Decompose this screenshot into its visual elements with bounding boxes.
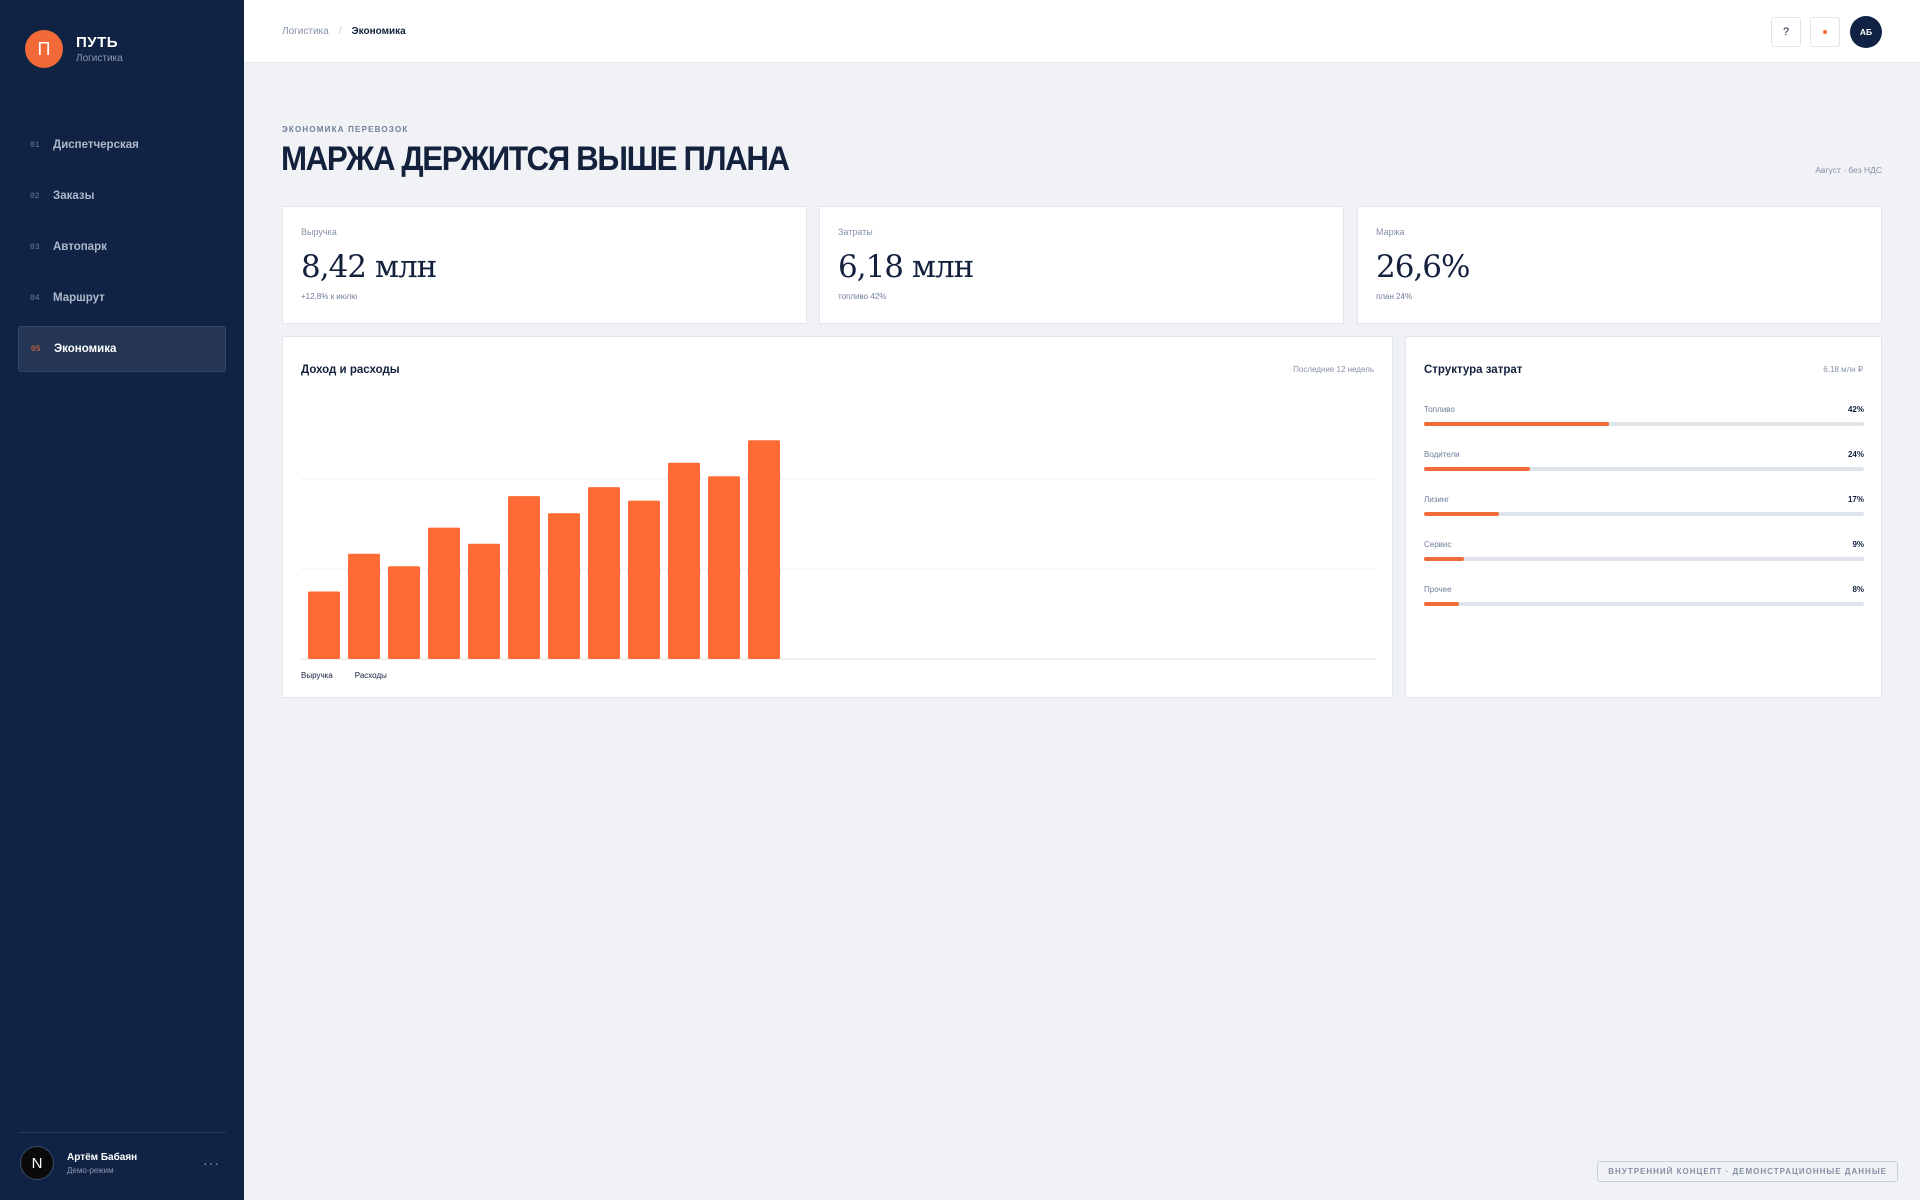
breadcrumb-current: Экономика [351,26,406,37]
kpi-label: Затраты [838,227,873,237]
cost-item-percent: 24% [1847,450,1864,459]
cost-item-name: Лизинг [1424,495,1450,504]
kpi-card-revenue: Выручка 8,42 млн +12,8% к июлю [282,206,807,324]
breadcrumb-parent[interactable]: Логистика [282,26,329,37]
revenue-chart-card: Доход и расходы Последние 12 недель Выру… [282,336,1393,698]
kpi-label: Маржа [1376,227,1405,237]
sidebar-item-fleet[interactable]: 03 Автопарк [18,224,226,270]
bar-1[interactable] [308,591,340,660]
brand-logo: П [25,30,63,68]
kpi-sub: топливо 42% [838,292,887,301]
kpi-card-margin: Маржа 26,6% план 24% [1357,206,1882,324]
cost-structure-card: Структура затрат 6,18 млн ₽ Топливо 42% … [1405,336,1882,698]
sidebar: П ПУТЬ Логистика 01 Диспетчерская 02 Зак… [0,0,244,1200]
nav-label: Диспетчерская [53,139,139,151]
cost-progress-track [1424,512,1864,516]
cost-progress-fill [1424,602,1460,606]
kpi-label: Выручка [301,227,337,237]
bar-11[interactable] [708,476,740,659]
cost-progress-fill [1424,512,1499,516]
bar-8[interactable] [588,487,620,659]
account-avatar[interactable]: АБ [1850,16,1882,48]
cost-item: Сервис 9% [1424,540,1864,561]
breadcrumb-separator: / [338,26,342,37]
top-actions: ? АБ [1762,16,1882,48]
help-icon: ? [1782,26,1790,38]
nav-label: Автопарк [53,241,107,253]
kpi-sub: план 24% [1376,292,1413,301]
cost-progress-track [1424,557,1864,561]
cost-item: Водители 24% [1424,450,1864,471]
bar-9[interactable] [628,500,660,659]
cost-progress-fill [1424,422,1609,426]
nav-label: Маршрут [53,292,105,304]
nav-number: 03 [30,242,40,252]
bar-7[interactable] [548,513,580,659]
sidebar-item-economics[interactable]: 05 Экономика [18,326,226,372]
bar-6[interactable] [508,496,540,659]
topbar: Логистика / Экономика ? АБ [244,0,1920,63]
revenue-bar-chart [301,440,1376,660]
user-avatar: N [20,1146,54,1180]
kpi-value: 26,6% [1376,249,1470,285]
legend-item-expenses: Расходы [354,671,387,680]
cost-progress-fill [1424,467,1530,471]
nav-label: Экономика [54,343,117,355]
breadcrumb: Логистика / Экономика [282,26,406,37]
nav-number: 01 [30,140,40,150]
cost-title: Структура затрат [1424,364,1523,376]
kpi-value: 6,18 млн [838,249,974,285]
cost-item-name: Топливо [1424,405,1455,414]
legend-item-revenue: Выручка [301,671,333,680]
cost-item: Лизинг 17% [1424,495,1864,516]
bar-3[interactable] [388,566,420,659]
cost-item-percent: 8% [1852,585,1864,594]
sidebar-item-orders[interactable]: 02 Заказы [18,173,226,219]
nav-label: Заказы [53,190,95,202]
kpi-sub: +12,8% к июлю [301,292,358,301]
brand-name: ПУТЬ [76,34,119,51]
brand[interactable]: П ПУТЬ Логистика [25,30,123,68]
nav-number: 04 [30,293,40,303]
help-button[interactable]: ? [1771,17,1801,47]
bar-4[interactable] [428,527,460,659]
nav-number: 02 [30,191,40,201]
sidebar-item-dispatch[interactable]: 01 Диспетчерская [18,122,226,168]
cost-progress-fill [1424,557,1464,561]
cost-progress-track [1424,422,1864,426]
sidebar-nav: 01 Диспетчерская 02 Заказы 03 Автопарк 0… [18,122,226,377]
period-label: Август · без НДС [1815,165,1882,175]
cost-item-name: Водители [1424,450,1460,459]
sidebar-divider [18,1132,226,1133]
page-eyebrow: ЭКОНОМИКА ПЕРЕВОЗОК [282,125,409,134]
user-profile[interactable]: N Артём Бабаян Демо-режим ··· [20,1145,226,1181]
bar-12[interactable] [748,440,780,659]
bar-10[interactable] [668,462,700,659]
page-title: МАРЖА ДЕРЖИТСЯ ВЫШЕ ПЛАНА [281,140,790,178]
kpi-value: 8,42 млн [301,249,437,285]
cost-item-percent: 9% [1852,540,1864,549]
bar-5[interactable] [468,543,500,659]
sidebar-item-route[interactable]: 04 Маршрут [18,275,226,321]
cost-item: Прочее 8% [1424,585,1864,606]
cost-progress-track [1424,467,1864,471]
cost-item: Топливо 42% [1424,405,1864,426]
user-name: Артём Бабаян [67,1151,138,1163]
cost-item-name: Сервис [1424,540,1452,549]
notifications-button[interactable] [1810,17,1840,47]
cost-total: 6,18 млн ₽ [1823,365,1863,374]
cost-item-name: Прочее [1424,585,1452,594]
user-role: Демо-режим [67,1165,114,1175]
more-icon[interactable]: ··· [203,1155,226,1171]
brand-subtitle: Логистика [76,53,123,64]
kpi-card-costs: Затраты 6,18 млн топливо 42% [819,206,1344,324]
cost-item-percent: 42% [1847,405,1864,414]
bar-2[interactable] [348,553,380,659]
chart-legend: Выручка Расходы [301,671,409,680]
cost-progress-track [1424,602,1864,606]
notification-dot-icon [1823,30,1827,34]
nav-number: 05 [31,344,41,354]
cost-item-percent: 17% [1847,495,1864,504]
demo-badge: ВНУТРЕННИЙ КОНЦЕПТ · ДЕМОНСТРАЦИОННЫЕ ДА… [1597,1161,1898,1182]
